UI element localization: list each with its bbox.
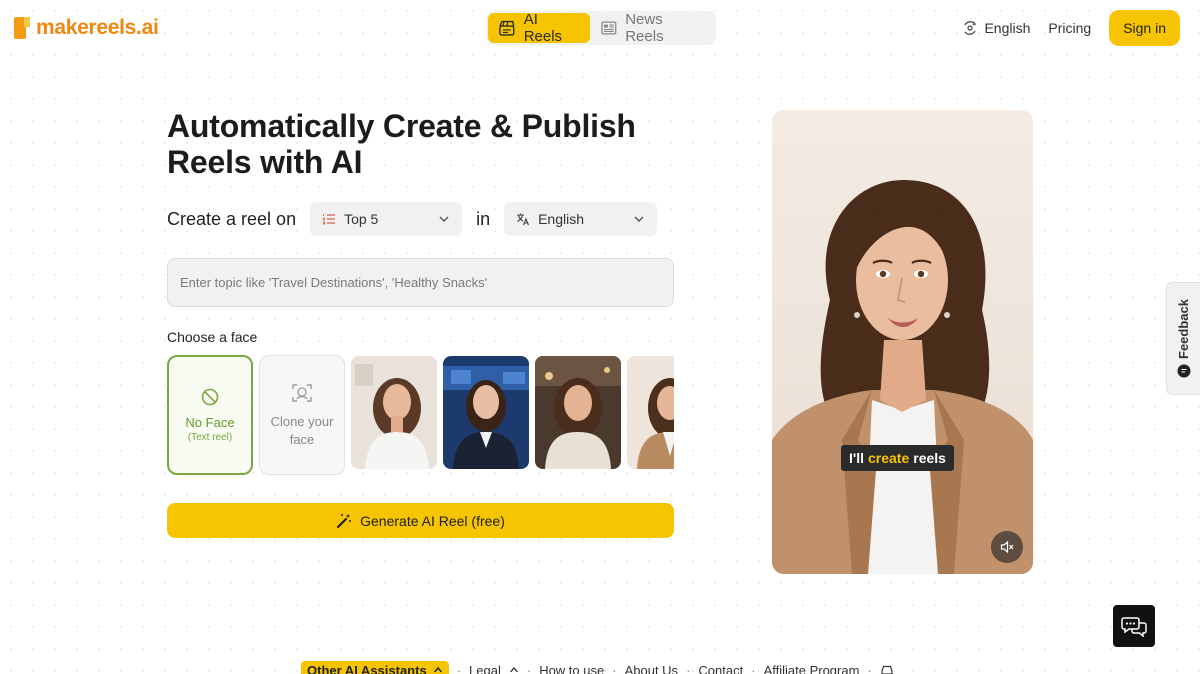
- language-label: English: [984, 20, 1031, 36]
- reel-language-value: English: [538, 211, 585, 227]
- footer-links: Other AI Assistants · Legal · How to use…: [301, 659, 894, 674]
- page-title: Automatically Create & Publish Reels wit…: [167, 108, 636, 180]
- footer-link-about-us[interactable]: About Us: [625, 663, 678, 674]
- globe-refresh-icon: [964, 21, 977, 35]
- newspaper-icon: [600, 21, 616, 35]
- translate-icon: [517, 213, 530, 226]
- tab-ai-reels-label: AI Reels: [523, 11, 563, 45]
- caption-word-1: I'll: [849, 450, 864, 466]
- footer-link-affiliate[interactable]: Affiliate Program: [764, 663, 860, 674]
- speaker-muted-icon: [1000, 540, 1014, 554]
- clapperboard-icon: [499, 20, 515, 36]
- choose-face-label: Choose a face: [167, 329, 258, 345]
- logo-text: makereels.ai: [36, 16, 159, 39]
- reel-language-select[interactable]: English: [504, 202, 658, 236]
- separator: ·: [867, 662, 872, 674]
- other-ai-assistants-label: Other AI Assistants: [307, 662, 427, 674]
- pricing-link[interactable]: Pricing: [1048, 20, 1091, 36]
- separator: ·: [526, 662, 532, 674]
- car-icon[interactable]: [880, 664, 894, 674]
- footer-link-legal[interactable]: Legal: [469, 663, 501, 674]
- header-nav: English Pricing Sign in: [962, 10, 1180, 46]
- numbered-list-icon: [322, 214, 336, 225]
- reel-video-preview[interactable]: I'll create reels: [772, 110, 1033, 574]
- clone-face-label: Clone your face: [270, 414, 334, 447]
- language-switcher[interactable]: English: [962, 20, 1030, 36]
- reel-type-switch: AI Reels News Reels: [486, 11, 716, 45]
- face-scan-icon: [292, 384, 312, 402]
- avatar: [535, 356, 621, 469]
- logo[interactable]: makereels.ai: [14, 16, 159, 40]
- face-option-clone[interactable]: Clone your face: [259, 355, 345, 475]
- video-caption: I'll create reels: [841, 445, 954, 471]
- face-option-no-face[interactable]: No Face (Text reel): [167, 355, 253, 475]
- feedback-tab[interactable]: Feedback: [1166, 282, 1200, 395]
- chevron-up-icon: [433, 666, 442, 673]
- face-option-avatar-4[interactable]: [627, 356, 674, 469]
- caption-highlight-word: create: [868, 450, 910, 466]
- tab-ai-reels[interactable]: AI Reels: [488, 11, 590, 45]
- face-option-avatar-3[interactable]: [535, 356, 621, 469]
- magic-wand-icon: [337, 513, 352, 528]
- chat-bubbles-icon: [1121, 617, 1147, 637]
- top-header: makereels.ai AI Reels News Reels English…: [0, 0, 1200, 60]
- separator: ·: [751, 662, 756, 674]
- create-reel-row: Create a reel on Top 5 in English: [167, 202, 674, 236]
- format-select-value: Top 5: [344, 211, 379, 227]
- tab-news-reels[interactable]: News Reels: [590, 11, 715, 45]
- face-picker: No Face (Text reel) Clone your face: [167, 355, 674, 475]
- separator: ·: [686, 662, 691, 674]
- logo-mark-icon: [14, 17, 30, 39]
- avatar: [351, 356, 437, 469]
- sign-in-button[interactable]: Sign in: [1109, 10, 1180, 46]
- caption-word-3: reels: [913, 450, 946, 466]
- create-reel-label: Create a reel on: [167, 208, 297, 229]
- ban-icon: [201, 388, 219, 406]
- separator: ·: [612, 662, 617, 674]
- footer-link-contact[interactable]: Contact: [698, 663, 743, 674]
- format-select[interactable]: Top 5: [310, 202, 463, 236]
- face-option-avatar-2[interactable]: [443, 356, 529, 469]
- avatar: [443, 356, 529, 469]
- chevron-down-icon: [634, 216, 644, 222]
- footer-link-how-to-use[interactable]: How to use: [539, 663, 604, 674]
- chevron-up-icon[interactable]: [509, 665, 519, 674]
- generate-reel-label: Generate AI Reel (free): [360, 512, 505, 529]
- mute-toggle-button[interactable]: [991, 531, 1023, 563]
- chevron-down-icon: [439, 216, 449, 222]
- separator: ·: [456, 662, 462, 674]
- no-face-title: No Face: [185, 415, 235, 430]
- chat-support-button[interactable]: [1113, 605, 1155, 647]
- avatar: [627, 356, 674, 469]
- topic-input[interactable]: [167, 258, 674, 307]
- face-option-avatar-1[interactable]: [351, 356, 437, 469]
- tab-news-reels-label: News Reels: [625, 11, 664, 45]
- presenter-video-frame: [772, 110, 1033, 574]
- feedback-bubble-icon: [1177, 364, 1190, 378]
- no-face-subtitle: (Text reel): [187, 432, 233, 443]
- generate-reel-button[interactable]: Generate AI Reel (free): [167, 503, 674, 538]
- in-label: in: [476, 208, 491, 229]
- feedback-label: Feedback: [1176, 298, 1191, 359]
- other-ai-assistants-button[interactable]: Other AI Assistants: [301, 661, 449, 674]
